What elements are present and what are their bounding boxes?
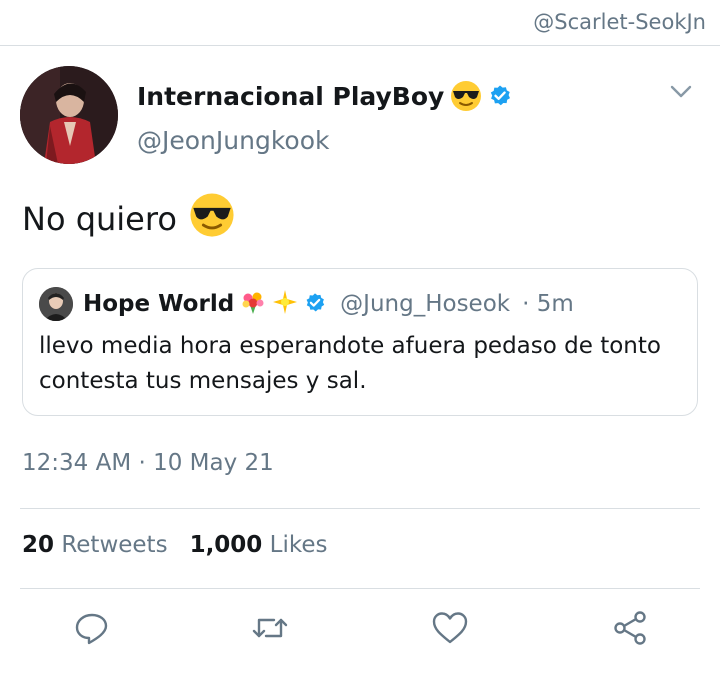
verified-badge-icon: [488, 84, 512, 108]
retweets-count: 20: [22, 532, 55, 558]
retweet-icon[interactable]: [250, 608, 290, 648]
divider: [20, 508, 700, 509]
bouquet-emoji-icon: [240, 289, 266, 319]
verified-badge-icon: [304, 292, 328, 316]
sunglasses-emoji-icon: [450, 80, 482, 112]
likes-stat[interactable]: 1,000 Likes: [190, 532, 328, 558]
retweets-stat[interactable]: 20 Retweets: [22, 532, 168, 558]
quoted-tweet-header: Hope World @Jung_Hoseok · 5m: [39, 287, 574, 321]
quoted-avatar: [39, 287, 73, 321]
tweet-timestamp[interactable]: 12:34 AM · 10 May 21: [22, 450, 274, 476]
reply-icon[interactable]: [72, 608, 112, 648]
quoted-tweet-card[interactable]: Hope World @Jung_Hoseok · 5m llevo media…: [22, 268, 698, 416]
tweet-stats: 20 Retweets 1,000 Likes: [22, 532, 327, 558]
quoted-time: · 5m: [522, 291, 574, 317]
chevron-down-icon[interactable]: [670, 84, 692, 98]
like-icon[interactable]: [430, 608, 470, 648]
author-display-name[interactable]: Internacional PlayBoy: [137, 82, 444, 111]
sparkle-emoji-icon: [272, 289, 298, 319]
divider: [20, 588, 700, 589]
sunglasses-emoji-icon: [189, 192, 235, 246]
author-name-row: Internacional PlayBoy: [137, 80, 512, 112]
tweet-text: No quiero: [22, 192, 235, 246]
likes-count: 1,000: [189, 532, 263, 558]
quoted-tweet-text: llevo media hora esperandote afuera peda…: [39, 333, 661, 394]
avatar[interactable]: [20, 66, 118, 164]
watermark: @Scarlet-SeokJn: [533, 10, 706, 34]
tweet-body: No quiero: [22, 200, 177, 238]
author-handle[interactable]: @JeonJungkook: [137, 126, 329, 155]
divider: [0, 45, 720, 46]
share-icon[interactable]: [610, 608, 650, 648]
quoted-display-name[interactable]: Hope World: [83, 291, 234, 317]
likes-label: Likes: [269, 532, 328, 558]
quoted-handle[interactable]: @Jung_Hoseok: [340, 291, 510, 317]
action-bar: [0, 608, 720, 648]
retweets-label: Retweets: [61, 532, 168, 558]
